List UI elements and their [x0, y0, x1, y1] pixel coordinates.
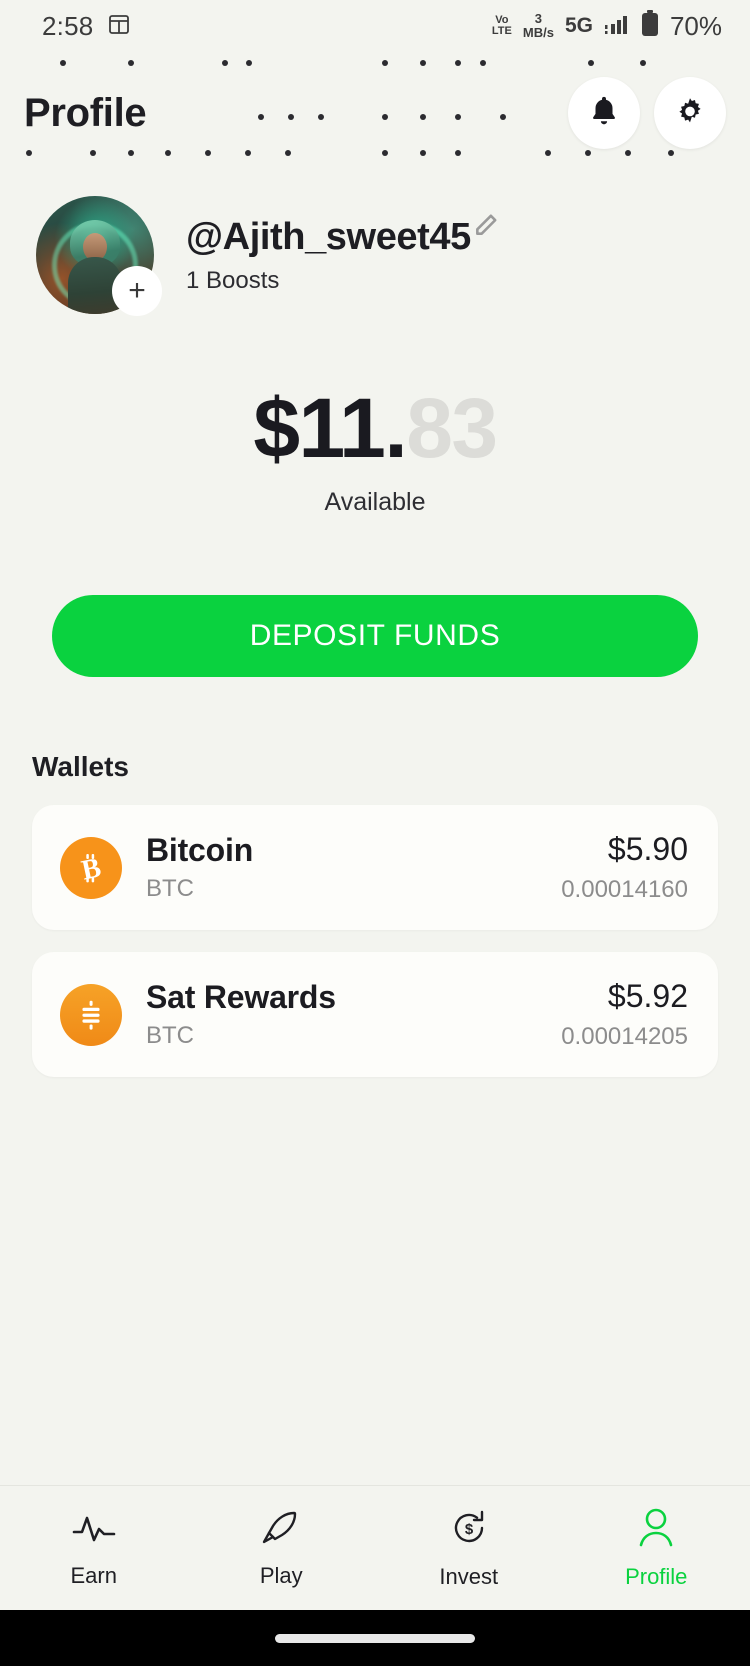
- wallet-name: Bitcoin: [146, 832, 254, 868]
- wallet-row-sat-rewards[interactable]: Sat Rewards BTC $5.92 0.00014205: [32, 952, 718, 1077]
- balance-label: Available: [324, 488, 426, 516]
- wallet-row-bitcoin[interactable]: B Bitcoin BTC $5.90 0.00014160: [32, 805, 718, 930]
- bottom-navigation: Earn Play $ Invest Profile: [0, 1485, 750, 1610]
- wallet-fiat-value: $5.90: [607, 831, 688, 867]
- profile-section: + @Ajith_sweet45 1 Boosts: [0, 174, 750, 316]
- profile-info: @Ajith_sweet45 1 Boosts: [186, 213, 499, 295]
- wallet-crypto-amount: 0.00014205: [561, 1023, 688, 1050]
- nav-item-invest[interactable]: $ Invest: [375, 1507, 563, 1590]
- battery-percent: 70%: [669, 10, 722, 41]
- balance-section: $11.83 Available: [0, 386, 750, 517]
- dollar-refresh-icon: $: [446, 1507, 492, 1554]
- gear-icon: [673, 94, 707, 133]
- avatar[interactable]: +: [36, 196, 162, 316]
- battery-icon: [641, 10, 659, 42]
- nav-label-play: Play: [259, 1562, 303, 1588]
- svg-text:$: $: [465, 1521, 474, 1538]
- network-speed: 3 MB/s: [522, 11, 554, 40]
- nav-item-play[interactable]: Play: [188, 1508, 376, 1589]
- wallet-info: Bitcoin BTC: [146, 832, 537, 903]
- wallet-symbol: BTC: [146, 875, 194, 902]
- add-photo-badge[interactable]: +: [112, 266, 162, 316]
- header-actions: [568, 77, 726, 149]
- status-time: 2:58: [42, 10, 94, 41]
- balance-amount: $11.83: [0, 386, 750, 470]
- wallet-info: Sat Rewards BTC: [146, 979, 537, 1050]
- nav-item-earn[interactable]: Earn: [0, 1508, 188, 1589]
- nav-item-profile[interactable]: Profile: [563, 1507, 750, 1590]
- wallet-fiat-value: $5.92: [607, 978, 688, 1014]
- network-type: 5G: [564, 14, 593, 37]
- deposit-funds-button[interactable]: DEPOSIT FUNDS: [52, 595, 698, 677]
- svg-text:B: B: [79, 852, 104, 886]
- gesture-navigation-bar: [0, 1610, 750, 1666]
- wallet-symbol: BTC: [146, 1022, 194, 1049]
- wallet-values: $5.90 0.00014160: [561, 831, 688, 904]
- page-title: Profile: [24, 90, 147, 135]
- status-bar-left: 2:58: [42, 11, 131, 42]
- balance-cents: 83: [406, 381, 498, 475]
- sat-rewards-icon: [60, 983, 122, 1046]
- notifications-button[interactable]: [568, 77, 640, 149]
- signal-bars-icon: [604, 12, 630, 41]
- calendar-icon: [107, 12, 131, 41]
- gesture-pill[interactable]: [275, 1633, 475, 1643]
- volte-icon: Vo LTE: [491, 14, 512, 37]
- nav-label-invest: Invest: [439, 1563, 499, 1589]
- username: @Ajith_sweet45: [186, 215, 471, 258]
- nav-label-earn: Earn: [70, 1562, 117, 1588]
- wallet-name: Sat Rewards: [146, 979, 336, 1015]
- page-header: Profile: [0, 52, 750, 174]
- bell-icon: [587, 94, 621, 133]
- nav-label-profile: Profile: [625, 1563, 688, 1589]
- pencil-icon[interactable]: [473, 212, 499, 243]
- status-bar: 2:58 Vo LTE 3 MB/s 5G 70%: [0, 0, 750, 52]
- boosts-count: 1 Boosts: [186, 266, 280, 294]
- pulse-icon: [70, 1508, 118, 1553]
- rocket-icon: [258, 1508, 304, 1553]
- settings-button[interactable]: [654, 77, 726, 149]
- username-row[interactable]: @Ajith_sweet45: [186, 213, 499, 259]
- wallets-heading: Wallets: [32, 751, 129, 782]
- bitcoin-icon: B: [60, 836, 122, 899]
- balance-dollars: $11.: [253, 381, 407, 475]
- wallet-crypto-amount: 0.00014160: [561, 876, 688, 903]
- status-bar-right: Vo LTE 3 MB/s 5G 70%: [492, 10, 722, 42]
- person-icon: [633, 1507, 679, 1554]
- wallet-values: $5.92 0.00014205: [561, 978, 688, 1051]
